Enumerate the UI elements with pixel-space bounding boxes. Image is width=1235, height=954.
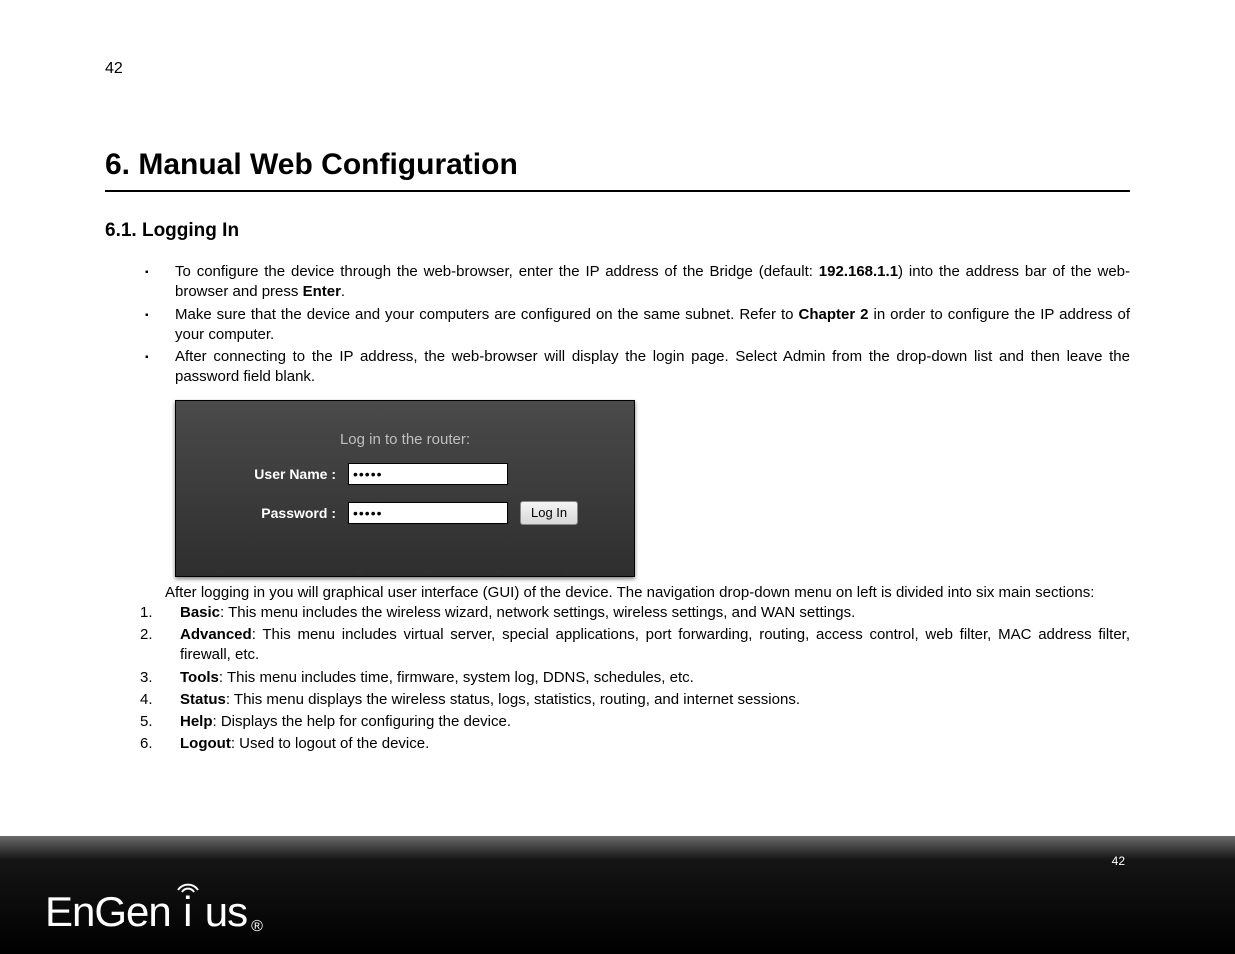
chapter-ref: Chapter 2 (799, 306, 869, 323)
password-input[interactable] (348, 502, 508, 524)
menu-desc: : This menu includes time, firmware, sys… (219, 669, 694, 686)
login-screenshot: Log in to the router: User Name : Passwo… (175, 400, 635, 577)
sub-heading: 6.1. Logging In (105, 220, 1130, 242)
menu-name: Advanced (180, 626, 252, 643)
brand-text: us (205, 888, 247, 936)
login-title: Log in to the router: (201, 431, 609, 448)
menu-name: Basic (180, 604, 220, 621)
main-heading: 6. Manual Web Configuration (105, 148, 1130, 192)
menu-desc: : This menu includes virtual server, spe… (180, 626, 1130, 663)
password-label: Password : (201, 505, 336, 521)
menu-name: Help (180, 713, 213, 730)
text: After logging in you will graphical user… (165, 584, 1094, 601)
page-number-top: 42 (105, 60, 1130, 78)
list-item: Tools: This menu includes time, firmware… (140, 668, 1130, 688)
ip-address: 192.168.1.1 (819, 263, 898, 280)
text: . (341, 283, 345, 300)
wifi-icon: i (173, 888, 203, 936)
menu-desc: : This menu includes the wireless wizard… (220, 604, 855, 621)
registered-mark: ® (251, 918, 263, 936)
page-number-bottom: 42 (1112, 854, 1125, 868)
instruction-item: Make sure that the device and your compu… (145, 305, 1130, 346)
page-footer: 42 EnGen i us ® (0, 836, 1235, 954)
text: After connecting to the IP address, the … (175, 348, 1130, 385)
login-button[interactable]: Log In (520, 501, 578, 525)
menu-name: Tools (180, 669, 219, 686)
list-item: Status: This menu displays the wireless … (140, 690, 1130, 710)
instruction-list: To configure the device through the web-… (105, 262, 1130, 388)
menu-name: Status (180, 691, 226, 708)
username-label: User Name : (201, 466, 336, 482)
text: Make sure that the device and your compu… (175, 306, 799, 323)
menu-name: Logout (180, 735, 231, 752)
menu-desc: : Displays the help for configuring the … (213, 713, 512, 730)
list-item: Logout: Used to logout of the device. (140, 734, 1130, 754)
list-item: Basic: This menu includes the wireless w… (140, 603, 1130, 623)
menu-desc: : Used to logout of the device. (231, 735, 429, 752)
list-item: Help: Displays the help for configuring … (140, 712, 1130, 732)
menu-desc: : This menu displays the wireless status… (226, 691, 800, 708)
text: To configure the device through the web-… (175, 263, 819, 280)
brand-logo: EnGen i us ® (45, 888, 263, 936)
username-input[interactable] (348, 463, 508, 485)
list-item: Advanced: This menu includes virtual ser… (140, 625, 1130, 666)
instruction-item: After connecting to the IP address, the … (145, 347, 1130, 388)
menu-section-list: Basic: This menu includes the wireless w… (105, 603, 1130, 755)
after-login-text: After logging in you will graphical user… (105, 583, 1130, 603)
brand-text: EnGen (45, 888, 171, 936)
enter-key: Enter (303, 283, 341, 300)
instruction-item: To configure the device through the web-… (145, 262, 1130, 303)
